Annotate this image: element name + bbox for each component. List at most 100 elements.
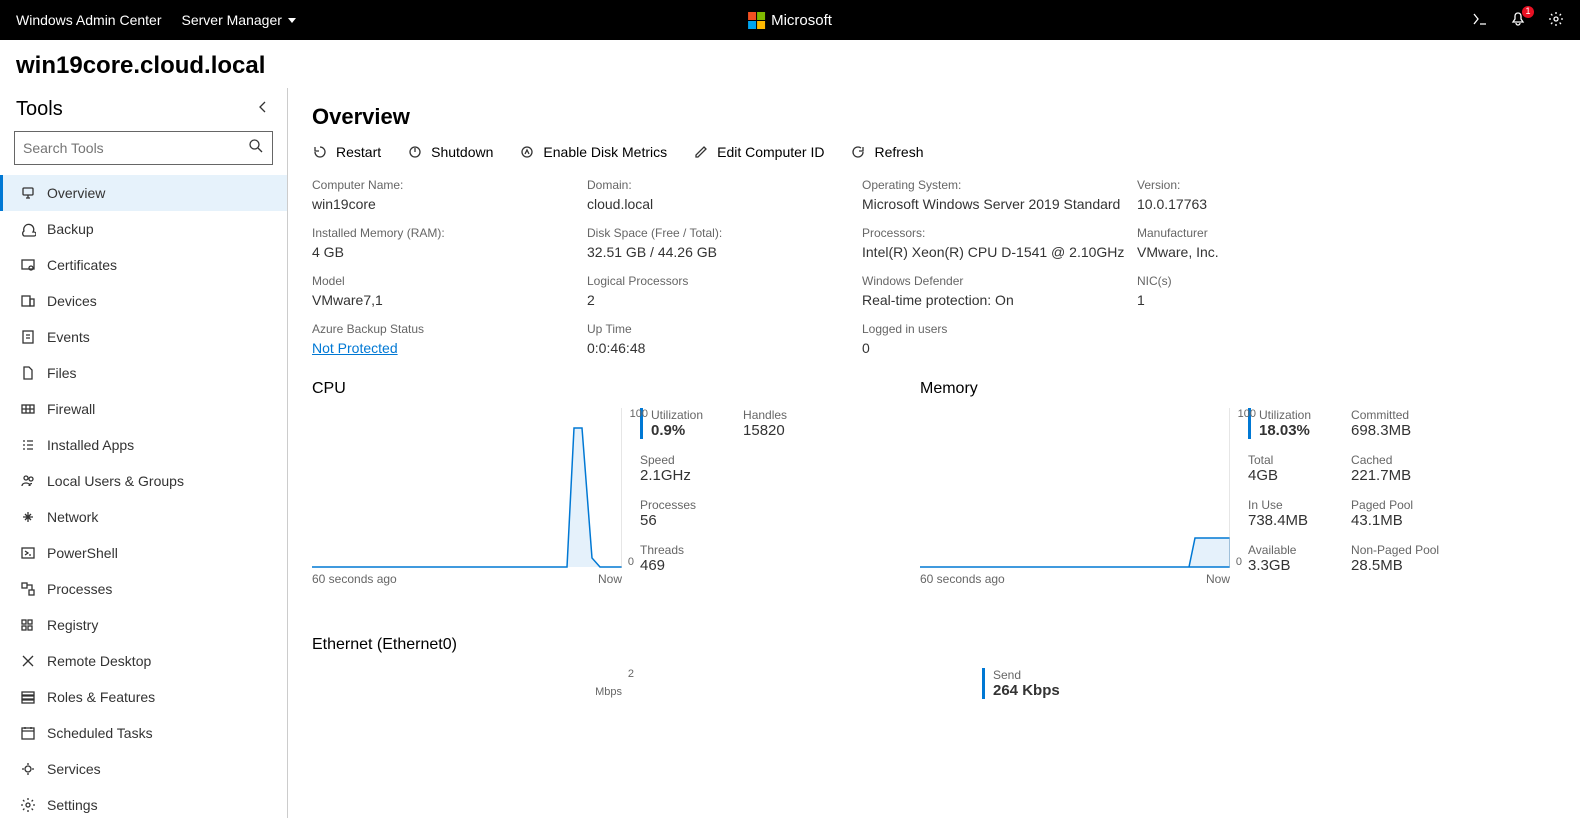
microsoft-brand: Microsoft [748, 12, 832, 29]
tool-list[interactable]: Overview Backup Certificates Devices Eve… [0, 175, 287, 818]
network-icon [19, 508, 37, 526]
cpu-chart: CPU 100 0 60 seconds agoNow [312, 380, 860, 586]
tools-heading: Tools [16, 98, 63, 121]
cpu-line-chart [312, 408, 622, 568]
page-title: Overview [312, 104, 1556, 130]
overview-icon [19, 184, 37, 202]
sidebar-item-remote-desktop[interactable]: Remote Desktop [0, 643, 287, 679]
mem-utilization: Utilization18.03% [1248, 408, 1311, 439]
restart-button[interactable]: Restart [312, 144, 381, 160]
powershell-icon [19, 544, 37, 562]
sidebar-item-roles-features[interactable]: Roles & Features [0, 679, 287, 715]
cpu-utilization: Utilization0.9% [640, 408, 703, 439]
edit-computer-id-button[interactable]: Edit Computer ID [693, 144, 824, 160]
mem-committed: Committed698.3MB [1351, 408, 1439, 439]
info-disk: Disk Space (Free / Total):32.51 GB / 44.… [587, 226, 862, 260]
info-ram: Installed Memory (RAM):4 GB [312, 226, 587, 260]
sidebar-item-network[interactable]: Network [0, 499, 287, 535]
sidebar-item-firewall[interactable]: Firewall [0, 391, 287, 427]
restart-icon [312, 144, 328, 160]
remote-desktop-icon [19, 652, 37, 670]
files-icon [19, 364, 37, 382]
users-icon [19, 472, 37, 490]
ethernet-send: Send264 Kbps [982, 668, 1060, 699]
services-icon [19, 760, 37, 778]
shutdown-button[interactable]: Shutdown [407, 144, 493, 160]
sidebar-item-certificates[interactable]: Certificates [0, 247, 287, 283]
notifications-button[interactable]: 1 [1510, 11, 1526, 30]
apps-icon [19, 436, 37, 454]
cpu-speed: Speed2.1GHz [640, 453, 703, 484]
sidebar-item-devices[interactable]: Devices [0, 283, 287, 319]
info-logged-users: Logged in users0 [862, 322, 1137, 356]
settings-gear-icon[interactable] [1548, 11, 1564, 30]
refresh-icon [850, 144, 866, 160]
search-input-field[interactable] [23, 140, 248, 156]
settings-icon [19, 796, 37, 814]
info-logical: Logical Processors2 [587, 274, 862, 308]
devices-icon [19, 292, 37, 310]
ethernet-unit: Mbps [312, 686, 622, 698]
tasks-icon [19, 724, 37, 742]
mem-cached: Cached221.7MB [1351, 453, 1439, 484]
mem-nonpaged: Non-Paged Pool28.5MB [1351, 543, 1439, 574]
info-model: ModelVMware7,1 [312, 274, 587, 308]
azure-backup-link[interactable]: Not Protected [312, 340, 587, 356]
sidebar-item-services[interactable]: Services [0, 751, 287, 787]
info-uptime: Up Time0:0:46:48 [587, 322, 862, 356]
sidebar-item-events[interactable]: Events [0, 319, 287, 355]
info-azure-backup: Azure Backup StatusNot Protected [312, 322, 587, 356]
tools-sidebar: Tools Overview Backup Certificates Devic… [0, 88, 288, 818]
info-nics: NIC(s)1 [1137, 274, 1412, 308]
memory-title: Memory [920, 380, 1528, 398]
sidebar-item-installed-apps[interactable]: Installed Apps [0, 427, 287, 463]
info-computer-name: Computer Name:win19core [312, 178, 587, 212]
registry-icon [19, 616, 37, 634]
sidebar-item-settings[interactable]: Settings [0, 787, 287, 818]
top-bar: Windows Admin Center Server Manager Micr… [0, 0, 1580, 40]
info-processors: Processors:Intel(R) Xeon(R) CPU D-1541 @… [862, 226, 1137, 260]
sidebar-item-local-users[interactable]: Local Users & Groups [0, 463, 287, 499]
cpu-title: CPU [312, 380, 860, 398]
edit-icon [693, 144, 709, 160]
refresh-button[interactable]: Refresh [850, 144, 923, 160]
server-manager-label: Server Manager [182, 12, 282, 28]
chevron-down-icon [288, 18, 296, 23]
sidebar-item-backup[interactable]: Backup [0, 211, 287, 247]
memory-chart: Memory 100 0 60 seconds agoNow [920, 380, 1528, 586]
info-os: Operating System:Microsoft Windows Serve… [862, 178, 1137, 212]
notification-badge: 1 [1522, 6, 1534, 18]
certificates-icon [19, 256, 37, 274]
search-icon [248, 138, 264, 159]
main-content: Overview Restart Shutdown Enable Disk Me… [288, 88, 1580, 818]
ethernet-title: Ethernet (Ethernet0) [312, 636, 1556, 654]
sidebar-item-scheduled-tasks[interactable]: Scheduled Tasks [0, 715, 287, 751]
action-bar: Restart Shutdown Enable Disk Metrics Edi… [312, 144, 1556, 160]
collapse-sidebar-button[interactable] [255, 99, 271, 120]
info-manufacturer: ManufacturerVMware, Inc. [1137, 226, 1412, 260]
sidebar-item-registry[interactable]: Registry [0, 607, 287, 643]
sidebar-item-files[interactable]: Files [0, 355, 287, 391]
roles-icon [19, 688, 37, 706]
cpu-threads: Threads469 [640, 543, 703, 574]
sidebar-item-processes[interactable]: Processes [0, 571, 287, 607]
cpu-processes: Processes56 [640, 498, 703, 529]
mem-total: Total4GB [1248, 453, 1311, 484]
search-tools-input[interactable] [14, 131, 273, 165]
mem-available: Available3.3GB [1248, 543, 1311, 574]
info-defender: Windows DefenderReal-time protection: On [862, 274, 1137, 308]
memory-line-chart [920, 408, 1230, 568]
mem-inuse: In Use738.4MB [1248, 498, 1311, 529]
server-hostname: win19core.cloud.local [0, 40, 1580, 88]
mem-paged: Paged Pool43.1MB [1351, 498, 1439, 529]
info-version: Version:10.0.17763 [1137, 178, 1412, 212]
enable-disk-metrics-button[interactable]: Enable Disk Metrics [519, 144, 667, 160]
info-grid: Computer Name:win19core Domain:cloud.loc… [312, 178, 1556, 356]
firewall-icon [19, 400, 37, 418]
app-title[interactable]: Windows Admin Center [16, 12, 162, 28]
sidebar-item-overview[interactable]: Overview [0, 175, 287, 211]
cloud-shell-icon[interactable] [1472, 11, 1488, 30]
server-manager-dropdown[interactable]: Server Manager [182, 12, 296, 28]
backup-icon [19, 220, 37, 238]
sidebar-item-powershell[interactable]: PowerShell [0, 535, 287, 571]
